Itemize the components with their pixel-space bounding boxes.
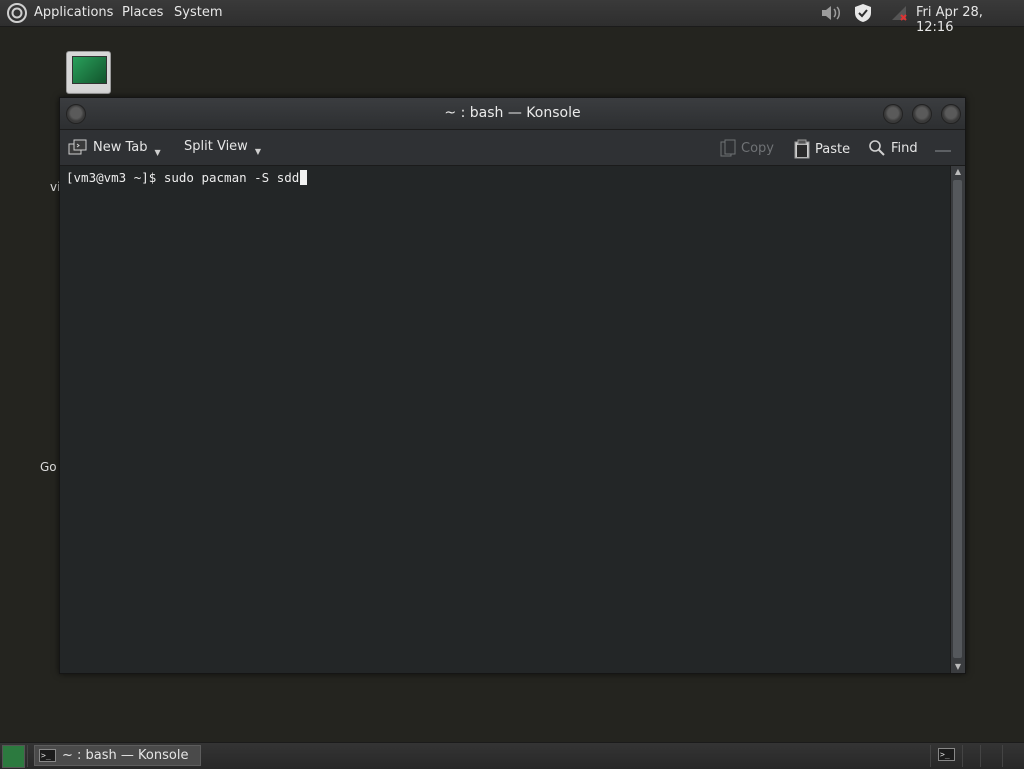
terminal-line: [vm3@vm3 ~]$ sudo pacman -S sdd — [66, 170, 308, 185]
terminal-command: sudo pacman -S sdd — [163, 170, 300, 185]
paste-label: Paste — [815, 141, 851, 157]
distro-logo-icon[interactable] — [7, 3, 27, 23]
scroll-up-arrow-icon[interactable]: ▲ — [951, 166, 965, 178]
shield-icon[interactable] — [853, 3, 873, 23]
terminal-prompt: [vm3@vm3 ~]$ — [66, 170, 164, 185]
desktop-icon-label[interactable]: Go — [40, 460, 57, 474]
vertical-scrollbar[interactable]: ▲ ▼ — [950, 166, 965, 673]
split-view-label: Split View — [184, 139, 248, 154]
copy-button[interactable]: Copy — [720, 139, 774, 157]
panel-separator — [27, 745, 28, 767]
find-button[interactable]: Find — [868, 139, 918, 157]
terminal-launcher-icon[interactable]: >_ — [938, 748, 955, 761]
find-label: Find — [891, 140, 918, 156]
chevron-down-icon: ▼ — [154, 147, 161, 157]
new-tab-label: New Tab — [93, 139, 148, 155]
computer-desktop-icon[interactable] — [66, 51, 111, 94]
workspace-separator — [1002, 745, 1003, 767]
window-title: ~ : bash — Konsole — [444, 105, 581, 121]
copy-label: Copy — [741, 140, 774, 156]
window-titlebar[interactable]: ~ : bash — Konsole — [60, 98, 965, 130]
scroll-thumb[interactable] — [953, 180, 962, 658]
clock[interactable]: Fri Apr 28, 12:16 — [916, 5, 1024, 35]
workspace-separator — [980, 745, 981, 767]
top-panel: Applications Places System Fri Apr 28, 1… — [0, 0, 1024, 35]
new-tab-icon — [68, 139, 87, 155]
panel-separator — [930, 745, 931, 767]
chevron-down-icon: ▼ — [254, 147, 261, 156]
volume-icon[interactable] — [820, 4, 842, 22]
applications-menu[interactable]: Applications — [34, 5, 113, 20]
terminal-icon: >_ — [39, 749, 56, 762]
taskbar-item-label: ~ : bash — Konsole — [62, 748, 189, 763]
places-menu[interactable]: Places — [122, 5, 163, 20]
toolbar: New Tab ▼ Split View ▼ Copy Paste Find — [60, 130, 965, 166]
network-disconnected-icon[interactable] — [890, 4, 908, 22]
bottom-panel: >_ ~ : bash — Konsole >_ — [0, 742, 1024, 769]
konsole-window: ~ : bash — Konsole New Tab ▼ Split View … — [59, 97, 966, 674]
minimize-button[interactable] — [883, 104, 903, 124]
hamburger-menu-icon[interactable] — [934, 140, 952, 154]
clipboard-icon — [794, 139, 810, 159]
split-view-button[interactable]: Split View ▼ — [184, 139, 261, 156]
maximize-button[interactable] — [912, 104, 932, 124]
close-button[interactable] — [941, 104, 961, 124]
system-menu[interactable]: System — [174, 5, 222, 20]
copy-icon — [720, 139, 736, 157]
terminal-area[interactable]: [vm3@vm3 ~]$ sudo pacman -S sdd — [60, 166, 950, 673]
scroll-down-arrow-icon[interactable]: ▼ — [951, 661, 965, 673]
monitor-screen — [72, 56, 107, 84]
paste-button[interactable]: Paste — [794, 139, 850, 159]
search-icon — [869, 140, 885, 156]
text-cursor — [300, 170, 308, 185]
taskbar-item-konsole[interactable]: >_ ~ : bash — Konsole — [34, 745, 201, 766]
show-desktop-icon[interactable] — [2, 745, 25, 768]
new-tab-button[interactable]: New Tab ▼ — [68, 139, 161, 157]
workspace-separator — [962, 745, 963, 767]
